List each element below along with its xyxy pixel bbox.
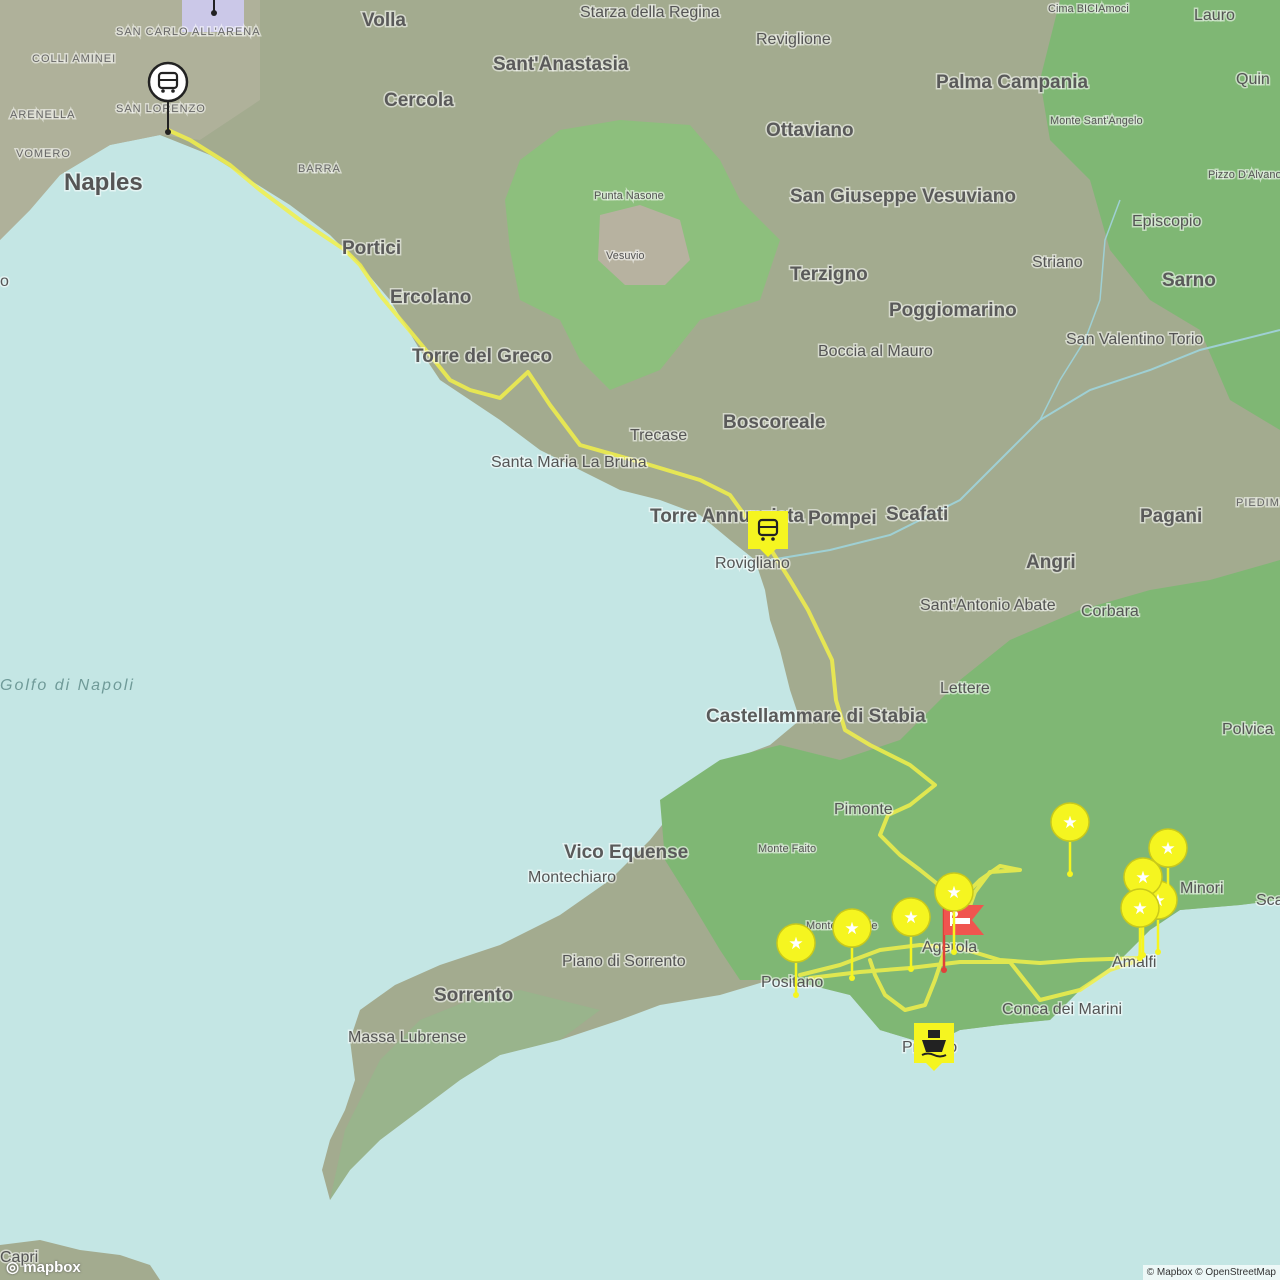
label-quin: Quin	[1236, 71, 1270, 88]
label-rovigliano: Rovigliano	[715, 555, 790, 572]
label-golfo: Golfo di Napoli	[0, 677, 135, 694]
map-attribution[interactable]: © Mapbox © OpenStreetMap	[1142, 1265, 1280, 1280]
label-santantonio: Sant'Antonio Abate	[920, 597, 1056, 614]
mapbox-logo-icon: ◎	[6, 1259, 20, 1276]
label-volla: Volla	[362, 10, 406, 31]
label-colli-aminei: COLLI AMINEI	[32, 53, 116, 65]
label-positano: Positano	[761, 974, 823, 991]
label-san-valentino: San Valentino Torio	[1066, 331, 1203, 348]
label-pagani: Pagani	[1140, 506, 1202, 527]
label-angri: Angri	[1026, 552, 1076, 573]
label-montechiaro: Montechiaro	[528, 869, 616, 886]
label-sant-anastasia: Sant'Anastasia	[493, 54, 629, 75]
label-cima-bici: Cima BICIAmoci	[1048, 3, 1129, 15]
label-castellammare: Castellammare di Stabia	[706, 706, 926, 727]
label-scafati: Scafati	[886, 504, 948, 525]
label-piedimonte: PIEDIMO	[1236, 497, 1280, 509]
label-torre-greco: Torre del Greco	[412, 346, 552, 367]
label-vomero: VOMERO	[16, 148, 71, 160]
label-ottaviano: Ottaviano	[766, 120, 854, 141]
label-santa-maria: Santa Maria La Bruna	[491, 454, 647, 471]
marker-square	[748, 511, 788, 549]
label-reviglione: Reviglione	[756, 31, 831, 48]
marker-dot	[165, 129, 171, 135]
label-trecase: Trecase	[630, 427, 687, 444]
label-amalfi: Amalfi	[1112, 954, 1156, 971]
label-san-lorenzo: SAN LORENZO	[116, 103, 206, 115]
label-naples: Naples	[64, 169, 143, 196]
label-edge-o: o	[0, 273, 9, 290]
label-polvica: Polvica	[1222, 721, 1274, 738]
label-san-giuseppe: San Giuseppe Vesuviano	[790, 186, 1016, 207]
label-lettere: Lettere	[940, 680, 990, 697]
label-scala: Sca	[1256, 892, 1280, 909]
label-portici: Portici	[342, 238, 401, 259]
label-arenella: ARENELLA	[10, 109, 75, 121]
label-vesuvio: Vesuvio	[606, 250, 645, 262]
label-san-carlo: SAN CARLO ALL'ARENA	[116, 26, 261, 38]
star-icon: ★	[946, 883, 961, 903]
star-icon: ★	[788, 934, 803, 954]
label-monte-santangelo: Monte Sant'Angelo	[1050, 115, 1143, 127]
label-starza: Starza della Regina	[580, 4, 720, 21]
star-icon: ★	[844, 919, 859, 939]
star-icon: ★	[903, 908, 918, 928]
label-agerola: Agerola	[922, 939, 977, 956]
label-boccia: Boccia al Mauro	[818, 343, 933, 360]
label-pimonte: Pimonte	[834, 801, 893, 818]
label-conca: Conca dei Marini	[1002, 1001, 1122, 1018]
marker-circle	[147, 61, 189, 103]
label-minori: Minori	[1180, 880, 1224, 897]
label-sarno: Sarno	[1162, 270, 1216, 291]
label-lauro: Lauro	[1194, 7, 1235, 24]
label-poggiomarino: Poggiomarino	[889, 300, 1017, 321]
label-striano: Striano	[1032, 254, 1083, 271]
star-icon: ★	[1132, 899, 1147, 919]
label-pompei: Pompei	[808, 508, 877, 529]
label-sorrento: Sorrento	[434, 985, 513, 1006]
label-piano: Piano di Sorrento	[562, 953, 686, 970]
mapbox-logo-text: mapbox	[23, 1259, 81, 1276]
label-corbara: Corbara	[1081, 603, 1139, 620]
map-canvas[interactable]: Volla Starza della Regina Reviglione Cim…	[0, 0, 1280, 1280]
label-boscoreale: Boscoreale	[723, 412, 825, 433]
label-monte-faito: Monte Faito	[758, 843, 816, 855]
label-pizzo-dalvano: Pizzo D'Alvano	[1208, 169, 1280, 181]
label-barra: BARRA	[298, 163, 341, 175]
label-episcopio: Episcopio	[1132, 213, 1201, 230]
label-cercola: Cercola	[384, 90, 454, 111]
star-icon: ★	[1160, 839, 1175, 859]
label-ercolano: Ercolano	[390, 287, 471, 308]
mapbox-logo[interactable]: ◎ mapbox	[6, 1258, 81, 1276]
label-punta-nasone: Punta Nasone	[594, 190, 664, 202]
label-terzigno: Terzigno	[790, 264, 868, 285]
label-palma: Palma Campania	[936, 72, 1088, 93]
label-vico: Vico Equense	[564, 842, 688, 863]
star-icon: ★	[1062, 813, 1077, 833]
label-massa: Massa Lubrense	[348, 1029, 466, 1046]
star-icon: ★	[1135, 868, 1150, 888]
